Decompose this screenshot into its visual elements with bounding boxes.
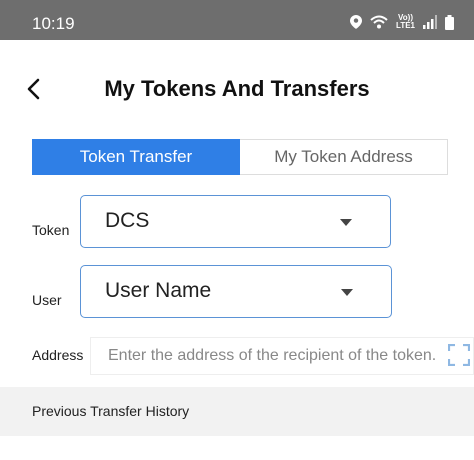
page-title: My Tokens And Transfers [104,76,370,101]
location-icon [350,15,363,29]
status-icons: Vo)) LTE1 [350,14,454,30]
caret-down-icon [340,219,352,226]
token-select[interactable]: DCS [80,195,391,248]
battery-icon [445,14,454,30]
scan-icon[interactable] [448,344,470,366]
history-label: Previous Transfer History [32,403,190,419]
user-label: User [32,292,62,308]
signal-icon [423,15,437,29]
address-input[interactable] [90,337,474,375]
token-label: Token [32,222,70,238]
caret-down-icon [341,289,353,296]
user-select[interactable]: User Name [80,265,392,318]
tab-my-token-address[interactable]: My Token Address [240,139,448,175]
tab-bar: Token Transfer My Token Address [32,139,448,175]
app-header: My Tokens And Transfers [0,62,474,118]
token-select-value: DCS [105,209,150,232]
status-bar: 10:19 Vo)) LTE1 [0,0,474,40]
address-label: Address [32,347,84,363]
volte-icon: Vo)) LTE1 [396,13,415,30]
history-section[interactable]: Previous Transfer History [0,387,474,436]
tab-token-transfer[interactable]: Token Transfer [32,139,240,175]
wifi-icon [370,15,388,29]
status-time: 10:19 [32,14,75,33]
user-select-value: User Name [105,279,212,302]
